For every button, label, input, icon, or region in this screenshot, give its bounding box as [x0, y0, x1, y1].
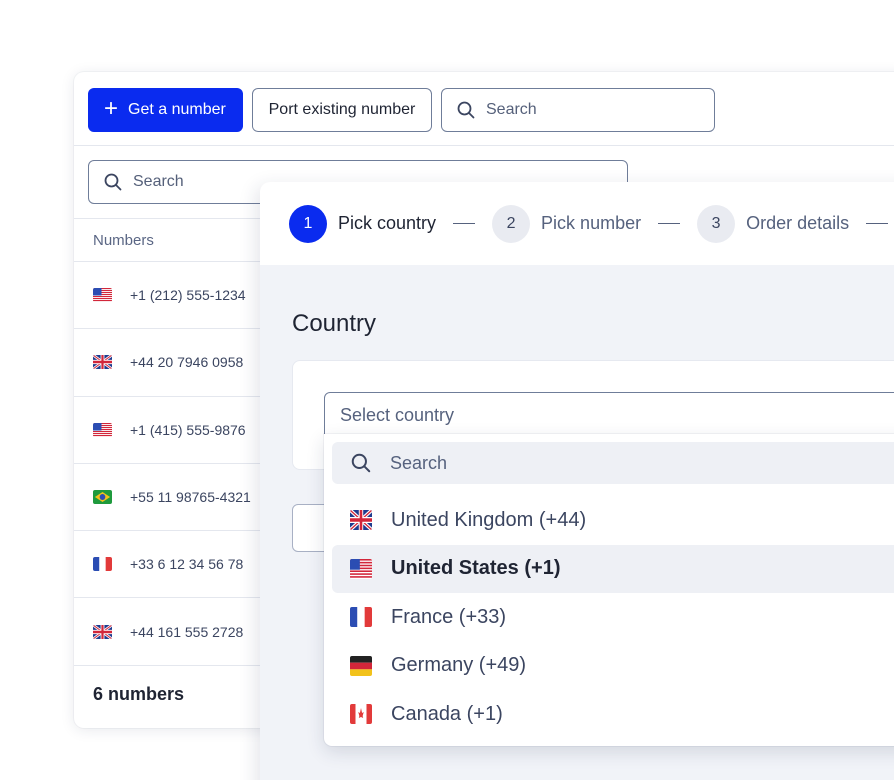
step-separator — [866, 222, 889, 225]
flag-us-icon — [93, 288, 112, 303]
phone-number: +1 (212) 555-1234 — [130, 287, 246, 304]
country-option[interactable]: United Kingdom (+44) — [332, 496, 894, 545]
flag-us-icon — [350, 558, 372, 579]
country-option-label: France (+33) — [391, 605, 507, 628]
number-row[interactable]: +44 161 555 2728 — [74, 598, 274, 666]
step-separator — [658, 222, 681, 225]
country-options: United Kingdom (+44) United States (+1) Fr… — [332, 496, 894, 739]
flag-ca-icon — [350, 704, 372, 725]
phone-number: +1 (415) 555-9876 — [130, 421, 246, 438]
step-number: 3 — [697, 204, 736, 243]
step-label: Order details — [746, 213, 850, 233]
dropdown-search-placeholder: Search — [390, 452, 448, 473]
wizard-step-1[interactable]: 1 Pick country — [289, 204, 437, 243]
country-dropdown: Search United Kingdom (+44) United States… — [324, 434, 894, 746]
country-select[interactable]: Select country — [324, 392, 894, 438]
get-number-label: Get a number — [128, 101, 226, 118]
number-row[interactable]: +44 20 7946 0958 — [74, 329, 274, 397]
wizard-step-3[interactable]: 3 Order details — [697, 204, 850, 243]
country-option-label: Germany (+49) — [391, 654, 527, 677]
phone-number: +55 11 98765-4321 — [130, 489, 251, 506]
phone-number: +44 161 555 2728 — [130, 623, 244, 640]
top-search-placeholder: Search — [486, 101, 537, 118]
search-icon — [104, 173, 122, 191]
list-search-placeholder: Search — [133, 173, 184, 190]
country-option-label: United States (+1) — [391, 557, 561, 580]
flag-fr-icon — [93, 557, 112, 572]
country-option[interactable]: France (+33) — [332, 593, 894, 642]
step-label: Pick number — [541, 213, 642, 233]
search-icon — [351, 453, 371, 473]
dropdown-search-input[interactable]: Search — [332, 442, 894, 484]
wizard-stepper: 1 Pick country 2 Pick number 3 Order details — [260, 182, 894, 265]
country-option-label: United Kingdom (+44) — [391, 508, 587, 531]
flag-us-icon — [93, 422, 112, 437]
numbers-list: +1 (212) 555-1234 +44 20 7946 0958 +1 (415… — [74, 262, 274, 666]
flag-br-icon — [93, 490, 112, 505]
phone-number: +33 6 12 34 56 78 — [130, 556, 244, 573]
number-row[interactable]: +1 (415) 555-9876 — [74, 397, 274, 464]
toolbar: + Get a number Port existing number Sear… — [74, 72, 894, 146]
step-number: 2 — [492, 204, 531, 243]
numbers-column-header: Numbers — [74, 218, 274, 262]
country-option[interactable]: Germany (+49) — [332, 642, 894, 691]
section-title: Country — [292, 310, 377, 337]
number-row[interactable]: +33 6 12 34 56 78 — [74, 531, 274, 599]
flag-gb-icon — [93, 624, 112, 639]
number-row[interactable]: +1 (212) 555-1234 — [74, 262, 274, 330]
step-label: Pick country — [338, 213, 437, 233]
country-option[interactable]: United States (+1) — [332, 544, 894, 593]
number-row[interactable]: +55 11 98765-4321 — [74, 464, 274, 532]
plus-icon: + — [104, 95, 119, 122]
country-option-label: Canada (+1) — [391, 702, 503, 725]
flag-gb-icon — [93, 355, 112, 370]
flag-de-icon — [350, 655, 372, 676]
country-option[interactable]: Canada (+1) — [332, 690, 894, 739]
flag-fr-icon — [350, 607, 372, 628]
top-search-input[interactable]: Search — [441, 88, 715, 132]
search-icon — [457, 101, 475, 119]
wizard-step-2[interactable]: 2 Pick number — [492, 204, 642, 243]
get-number-button[interactable]: + Get a number — [88, 88, 243, 132]
numbers-count: 6 numbers — [93, 684, 185, 704]
get-number-wizard: 1 Pick country 2 Pick number 3 Order details … — [260, 182, 894, 780]
flag-gb-icon — [350, 510, 372, 531]
step-separator — [453, 222, 476, 225]
step-number: 1 — [289, 204, 327, 243]
port-number-button[interactable]: Port existing number — [252, 88, 432, 132]
phone-number: +44 20 7946 0958 — [130, 354, 244, 371]
